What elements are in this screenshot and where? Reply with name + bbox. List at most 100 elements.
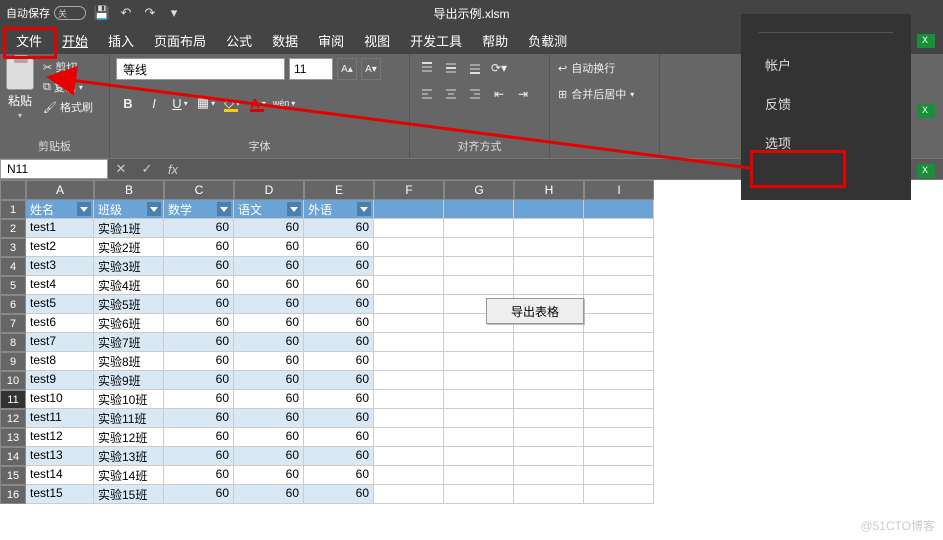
menu-formula[interactable]: 公式 (216, 27, 262, 54)
cell[interactable]: 60 (234, 371, 304, 390)
underline-button[interactable]: U▾ (168, 92, 192, 114)
cell[interactable]: 60 (234, 295, 304, 314)
name-box[interactable] (0, 159, 108, 179)
col-header[interactable]: B (94, 180, 164, 200)
cell[interactable]: 60 (304, 257, 374, 276)
table-header-cell[interactable]: 班级 (94, 200, 164, 219)
menu-view[interactable]: 视图 (354, 27, 400, 54)
align-bottom-button[interactable] (464, 58, 486, 78)
cell[interactable]: 60 (164, 219, 234, 238)
backstage-feedback[interactable]: 反馈 (741, 84, 911, 123)
cell[interactable] (444, 466, 514, 485)
cell[interactable]: test14 (26, 466, 94, 485)
cell[interactable]: 60 (164, 333, 234, 352)
align-middle-button[interactable] (440, 58, 462, 78)
paste-button[interactable]: 粘贴 ▾ (6, 58, 34, 120)
col-header[interactable]: I (584, 180, 654, 200)
cell[interactable]: 实验4班 (94, 276, 164, 295)
row-header[interactable]: 3 (0, 238, 26, 257)
row-header[interactable]: 14 (0, 447, 26, 466)
cell[interactable] (444, 428, 514, 447)
font-size-input[interactable] (289, 58, 333, 80)
cell[interactable]: 60 (164, 447, 234, 466)
cell[interactable] (584, 466, 654, 485)
row-header[interactable]: 4 (0, 257, 26, 276)
cell[interactable]: 60 (234, 485, 304, 504)
col-header[interactable]: C (164, 180, 234, 200)
cell[interactable]: 60 (164, 295, 234, 314)
cell[interactable]: 60 (304, 466, 374, 485)
cell[interactable] (374, 485, 444, 504)
row-header[interactable]: 11 (0, 390, 26, 409)
copy-button[interactable]: ⧉复制 ▾ (40, 78, 96, 96)
cell[interactable] (374, 409, 444, 428)
menu-home[interactable]: 开始 (52, 27, 98, 54)
col-header[interactable]: D (234, 180, 304, 200)
menu-help[interactable]: 帮助 (472, 27, 518, 54)
cell[interactable] (584, 447, 654, 466)
filter-dropdown-icon[interactable] (217, 202, 231, 216)
col-header[interactable]: E (304, 180, 374, 200)
row-header[interactable]: 15 (0, 466, 26, 485)
phonetic-button[interactable]: wén▾ (272, 92, 296, 114)
cell[interactable]: test10 (26, 390, 94, 409)
cell[interactable] (584, 219, 654, 238)
cut-button[interactable]: ✂剪切 (40, 58, 96, 76)
cell[interactable]: 60 (304, 371, 374, 390)
cell[interactable] (444, 219, 514, 238)
cell[interactable]: 60 (234, 390, 304, 409)
font-color-button[interactable]: A▾ (246, 92, 270, 114)
cell[interactable]: 60 (164, 276, 234, 295)
orientation-button[interactable]: ⟳▾ (488, 58, 510, 78)
cell[interactable] (514, 219, 584, 238)
cell[interactable]: 实验14班 (94, 466, 164, 485)
cell[interactable] (374, 371, 444, 390)
cell[interactable] (584, 295, 654, 314)
export-table-button[interactable]: 导出表格 (486, 298, 584, 324)
cell[interactable]: 实验15班 (94, 485, 164, 504)
fx-button[interactable]: fx (160, 162, 186, 177)
cell[interactable] (514, 390, 584, 409)
cell[interactable]: 60 (304, 485, 374, 504)
cell[interactable]: test8 (26, 352, 94, 371)
select-all-corner[interactable] (0, 180, 26, 200)
cell[interactable]: test12 (26, 428, 94, 447)
cell[interactable] (584, 409, 654, 428)
cell[interactable] (584, 314, 654, 333)
row-header[interactable]: 6 (0, 295, 26, 314)
cell[interactable] (584, 428, 654, 447)
cell[interactable]: test9 (26, 371, 94, 390)
cell[interactable] (584, 371, 654, 390)
row-header[interactable]: 16 (0, 485, 26, 504)
row-header[interactable]: 9 (0, 352, 26, 371)
cell[interactable] (374, 276, 444, 295)
cell[interactable]: 60 (234, 276, 304, 295)
increase-font-button[interactable]: A▴ (337, 58, 357, 80)
cell[interactable] (514, 409, 584, 428)
cell[interactable] (374, 352, 444, 371)
table-header-cell[interactable]: 数学 (164, 200, 234, 219)
cell[interactable]: 60 (234, 257, 304, 276)
cell[interactable]: 60 (234, 333, 304, 352)
menu-dev[interactable]: 开发工具 (400, 27, 472, 54)
cell[interactable]: 60 (164, 390, 234, 409)
cell[interactable]: 60 (304, 428, 374, 447)
italic-button[interactable]: I (142, 92, 166, 114)
border-button[interactable]: ▦▾ (194, 92, 218, 114)
cell[interactable]: 60 (164, 238, 234, 257)
wrap-text-button[interactable]: ↩自动换行 (556, 58, 653, 78)
row-header[interactable]: 13 (0, 428, 26, 447)
filter-dropdown-icon[interactable] (147, 202, 161, 216)
cell[interactable]: 60 (164, 352, 234, 371)
row-header[interactable]: 5 (0, 276, 26, 295)
qat-dropdown-icon[interactable]: ▾ (166, 5, 182, 21)
cell[interactable] (444, 447, 514, 466)
align-right-button[interactable] (464, 84, 486, 104)
cell[interactable]: test5 (26, 295, 94, 314)
filter-dropdown-icon[interactable] (357, 202, 371, 216)
cancel-formula-button[interactable]: ✕ (108, 161, 134, 177)
cell[interactable] (374, 428, 444, 447)
toggle-switch[interactable]: 关 (54, 6, 86, 20)
cell[interactable]: 实验9班 (94, 371, 164, 390)
row-header[interactable]: 10 (0, 371, 26, 390)
